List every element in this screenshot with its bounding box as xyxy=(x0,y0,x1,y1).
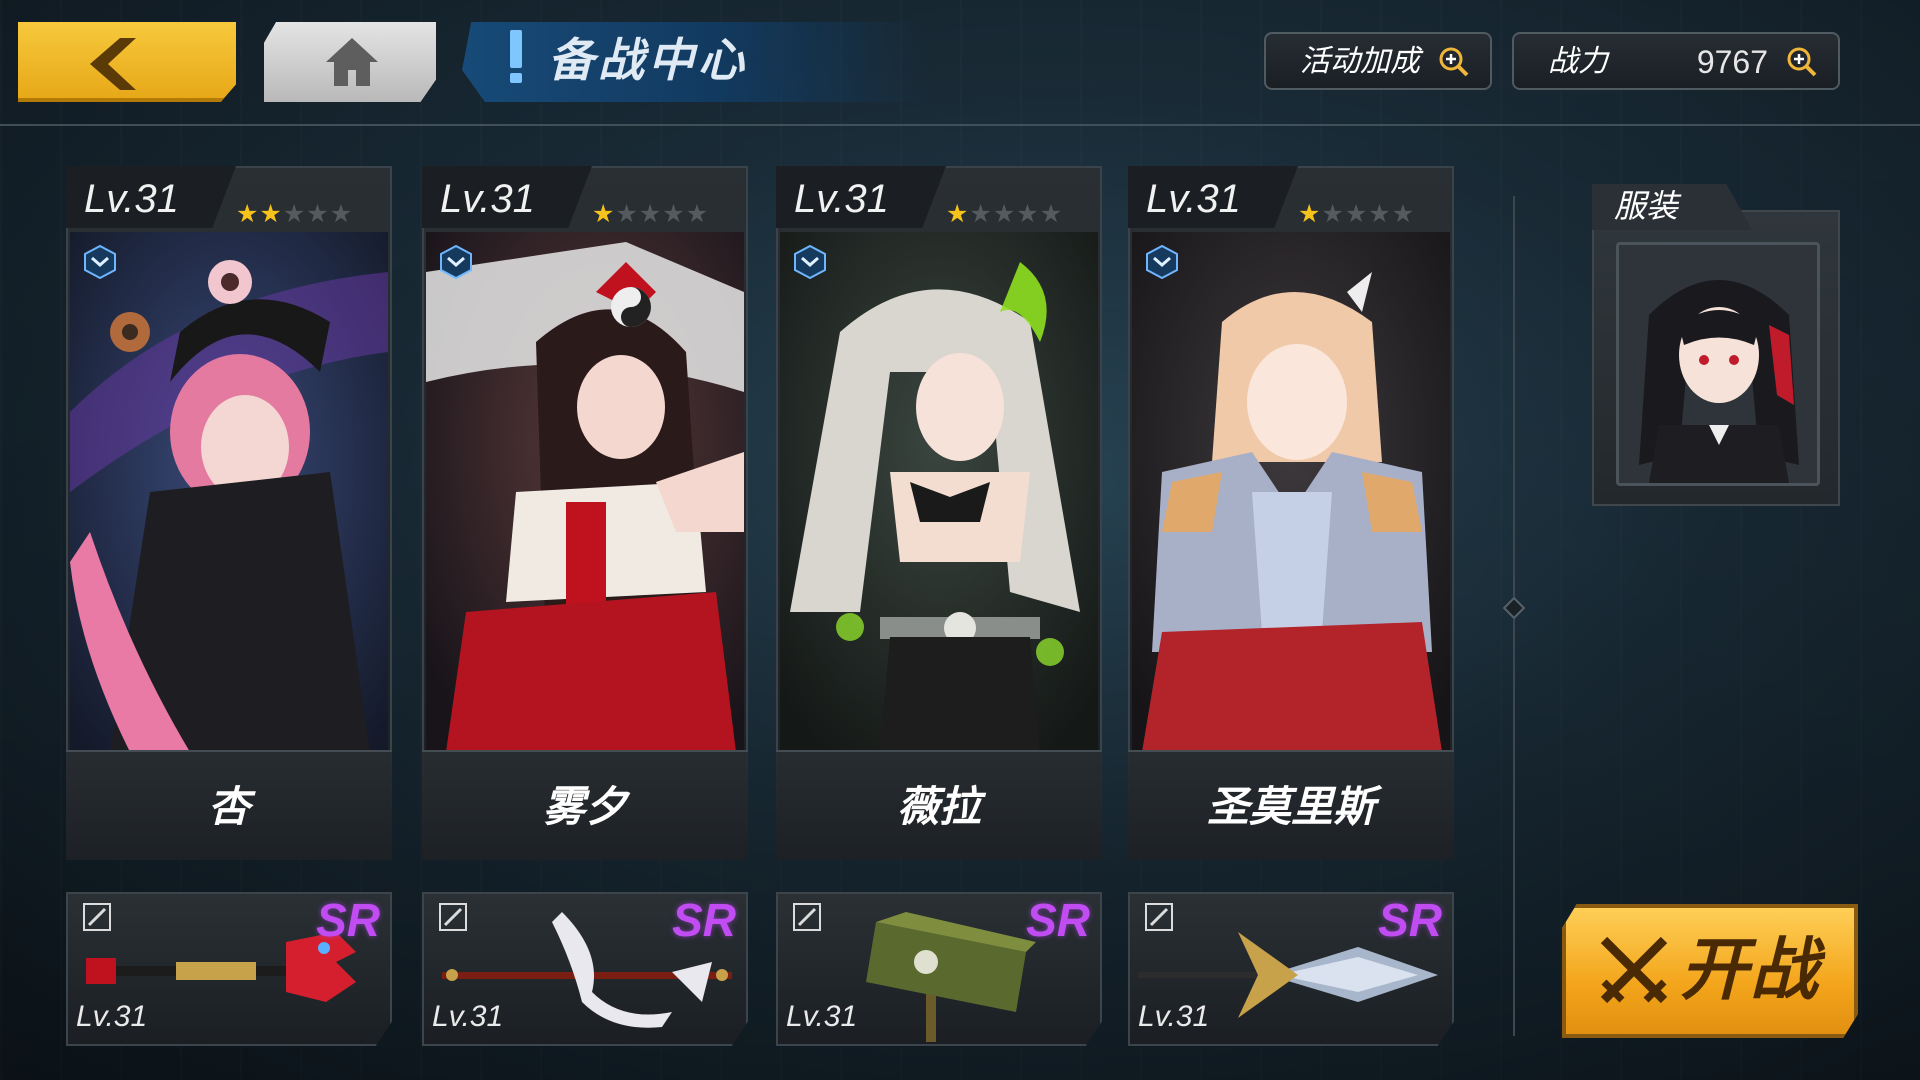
weapon-card[interactable]: SR Lv.31 xyxy=(776,892,1102,1046)
character-card[interactable]: Lv.31 ★★★★★ 雾夕 xyxy=(422,166,748,860)
zoom-in-icon xyxy=(1787,47,1817,77)
start-battle-button[interactable]: 开战 xyxy=(1562,904,1858,1038)
alert-icon xyxy=(510,30,524,84)
star-empty-icon: ★ xyxy=(1368,200,1392,228)
edit-icon[interactable] xyxy=(82,902,112,932)
rarity-badge: SR xyxy=(672,894,736,946)
event-bonus-button[interactable]: 活动加成 xyxy=(1264,32,1492,90)
star-filled-icon: ★ xyxy=(259,200,283,228)
star-empty-icon: ★ xyxy=(662,200,686,228)
star-filled-icon: ★ xyxy=(236,200,260,228)
name-plate: 杏 xyxy=(66,750,392,860)
star-empty-icon: ★ xyxy=(329,200,354,228)
character-portrait xyxy=(426,232,744,752)
crossed-swords-icon xyxy=(1600,936,1668,1004)
top-bar: 备战中心 活动加成 战力 9767 xyxy=(0,0,1920,128)
zoom-in-icon xyxy=(1439,47,1469,77)
character-level: Lv.31 xyxy=(1146,177,1241,221)
rarity-badge: SR xyxy=(1378,894,1442,946)
character-level: Lv.31 xyxy=(794,177,889,221)
divider-knob xyxy=(1502,596,1526,620)
star-empty-icon: ★ xyxy=(638,200,663,228)
star-filled-icon: ★ xyxy=(592,200,616,228)
costume-avatar xyxy=(1619,245,1817,483)
weapon-card[interactable]: SR Lv.31 xyxy=(422,892,748,1046)
rank-up-chevron-icon[interactable] xyxy=(438,244,474,280)
costume-label: 服装 xyxy=(1614,188,1679,224)
weapon-card[interactable]: SR Lv.31 xyxy=(1128,892,1454,1046)
star-empty-icon: ★ xyxy=(1391,200,1416,228)
character-card[interactable]: Lv.31 ★★★★★ 圣莫里斯 xyxy=(1128,166,1454,860)
edit-icon[interactable] xyxy=(792,902,822,932)
star-empty-icon: ★ xyxy=(282,200,307,228)
star-rating: ★★★★★ xyxy=(1298,200,1415,228)
star-empty-icon: ★ xyxy=(1321,200,1345,228)
character-level: Lv.31 xyxy=(440,177,535,221)
start-battle-label: 开战 xyxy=(1680,932,1821,1008)
star-rating: ★★★★★ xyxy=(236,200,353,228)
star-filled-icon: ★ xyxy=(1298,200,1322,228)
character-name: 圣莫里斯 xyxy=(1206,783,1375,830)
star-empty-icon: ★ xyxy=(1344,200,1369,228)
rank-up-chevron-icon[interactable] xyxy=(792,244,828,280)
character-level: Lv.31 xyxy=(84,177,179,221)
star-rating: ★★★★★ xyxy=(592,200,709,228)
edit-icon[interactable] xyxy=(1144,902,1174,932)
character-portrait xyxy=(780,232,1098,752)
weapon-card[interactable]: SR Lv.31 xyxy=(66,892,392,1046)
page-title: 备战中心 xyxy=(548,34,748,86)
name-plate: 雾夕 xyxy=(422,750,748,860)
rarity-badge: SR xyxy=(1026,894,1090,946)
character-name: 薇拉 xyxy=(896,783,981,830)
star-filled-icon: ★ xyxy=(946,200,970,228)
event-bonus-label: 活动加成 xyxy=(1300,45,1420,78)
star-empty-icon: ★ xyxy=(685,200,710,228)
star-rating: ★★★★★ xyxy=(946,200,1063,228)
weapon-level: Lv.31 xyxy=(1138,1000,1210,1033)
character-name: 雾夕 xyxy=(542,783,627,830)
costume-slot[interactable] xyxy=(1616,242,1820,486)
rank-up-chevron-icon[interactable] xyxy=(82,244,118,280)
star-empty-icon: ★ xyxy=(992,200,1017,228)
character-portrait xyxy=(1132,232,1450,752)
name-plate: 圣莫里斯 xyxy=(1128,750,1454,860)
rarity-badge: SR xyxy=(316,894,380,946)
star-empty-icon: ★ xyxy=(969,200,993,228)
rank-up-chevron-icon[interactable] xyxy=(1144,244,1180,280)
home-button[interactable] xyxy=(264,22,436,102)
combat-power-label: 战力 xyxy=(1548,45,1608,78)
weapon-level: Lv.31 xyxy=(76,1000,148,1033)
star-empty-icon: ★ xyxy=(615,200,639,228)
combat-power-button[interactable]: 战力 9767 xyxy=(1512,32,1840,90)
chevron-left-icon xyxy=(78,34,158,102)
top-divider xyxy=(0,124,1920,126)
character-portrait xyxy=(70,232,388,752)
star-empty-icon: ★ xyxy=(306,200,330,228)
character-name: 杏 xyxy=(207,783,250,830)
back-button[interactable] xyxy=(18,22,236,102)
home-icon xyxy=(326,38,378,86)
star-empty-icon: ★ xyxy=(1016,200,1040,228)
combat-power-value: 9767 xyxy=(1696,44,1768,80)
name-plate: 薇拉 xyxy=(776,750,1102,860)
character-card[interactable]: Lv.31 ★★★★★ 薇拉 xyxy=(776,166,1102,860)
weapon-level: Lv.31 xyxy=(432,1000,504,1033)
weapon-level: Lv.31 xyxy=(786,1000,858,1033)
character-card[interactable]: Lv.31 ★★★★★ 杏 xyxy=(66,166,392,860)
edit-icon[interactable] xyxy=(438,902,468,932)
star-empty-icon: ★ xyxy=(1039,200,1064,228)
